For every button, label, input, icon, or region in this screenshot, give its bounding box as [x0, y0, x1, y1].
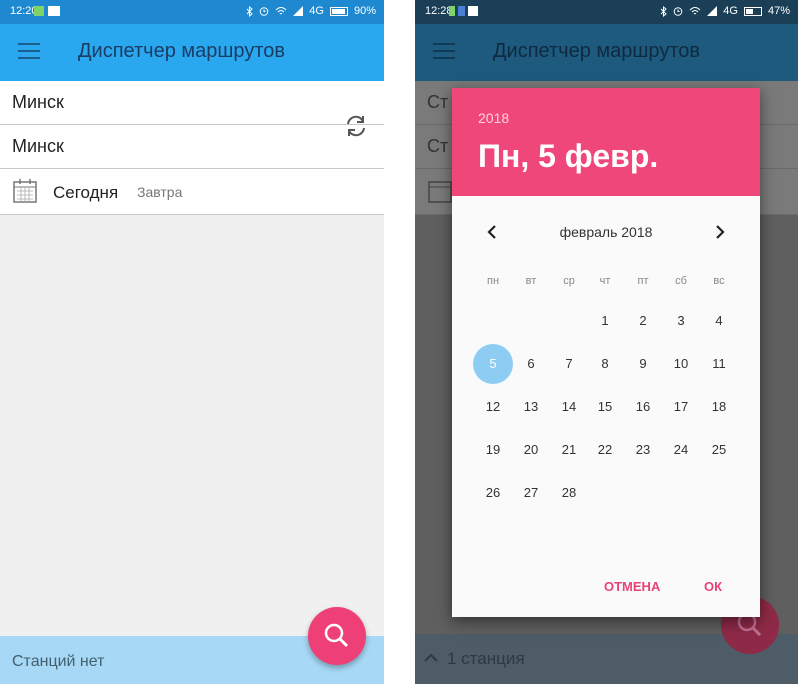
- from-station-value: Ст: [427, 92, 449, 112]
- calendar-day[interactable]: 22: [585, 430, 625, 470]
- calendar-day[interactable]: 3: [661, 301, 701, 341]
- bluetooth-icon: [660, 5, 668, 17]
- tomorrow-option[interactable]: Завтра: [137, 184, 182, 200]
- dialog-header: 2018 Пн, 5 февр.: [452, 88, 760, 196]
- calendar-icon: [428, 181, 452, 203]
- calendar-day[interactable]: 23: [623, 430, 663, 470]
- weekday-label: ср: [563, 275, 575, 287]
- ok-button[interactable]: ОК: [704, 579, 722, 594]
- network-type: 4G: [309, 5, 324, 17]
- to-station-field[interactable]: Минск: [0, 125, 384, 169]
- calendar-day[interactable]: 27: [511, 473, 551, 513]
- calendar-day[interactable]: 8: [585, 344, 625, 384]
- from-station-field[interactable]: Минск: [0, 81, 384, 125]
- status-bar: 12:28 4G 47%: [415, 0, 798, 24]
- toolbar-title: Диспетчер маршрутов: [78, 40, 286, 62]
- weekday-label: чт: [599, 275, 611, 287]
- notification-icons: [449, 6, 478, 16]
- calendar-day[interactable]: 9: [623, 344, 663, 384]
- calendar-day[interactable]: 26: [473, 473, 513, 513]
- calendar-day[interactable]: 2: [623, 301, 663, 341]
- calendar-day[interactable]: 15: [585, 387, 625, 427]
- calendar-day[interactable]: 6: [511, 344, 551, 384]
- weekday-label: пн: [486, 275, 500, 287]
- status-right: 4G 90%: [246, 5, 376, 17]
- swap-stations-icon[interactable]: [343, 112, 369, 140]
- cancel-button[interactable]: ОТМЕНА: [604, 579, 660, 594]
- battery-icon: [743, 6, 762, 16]
- hamburger-menu-icon[interactable]: [18, 43, 40, 61]
- to-station-value: Ст: [427, 136, 449, 156]
- stations-count-text: Станций нет: [12, 653, 105, 670]
- bluetooth-icon: [246, 5, 254, 17]
- search-button[interactable]: [308, 607, 366, 665]
- weekday-label: пт: [637, 275, 649, 287]
- toolbar-title: Диспетчер маршрутов: [493, 40, 701, 62]
- signal-icon: [707, 6, 718, 16]
- calendar-day[interactable]: 21: [549, 430, 589, 470]
- battery-percent: 47%: [767, 5, 790, 17]
- date-selector-row: Сегодня Завтра: [0, 169, 384, 215]
- search-icon: [324, 623, 349, 648]
- weekday-label: вс: [713, 275, 725, 287]
- calendar-day[interactable]: 16: [623, 387, 663, 427]
- notification-icons: [34, 6, 60, 16]
- calendar-day[interactable]: 18: [699, 387, 739, 427]
- calendar-day[interactable]: 14: [549, 387, 589, 427]
- app-toolbar: Диспетчер маршрутов: [0, 24, 384, 81]
- hamburger-menu-icon: [433, 43, 455, 61]
- network-type: 4G: [723, 5, 738, 17]
- alarm-icon: [259, 7, 269, 16]
- from-station-value: Минск: [12, 92, 64, 112]
- to-station-value: Минск: [12, 136, 64, 156]
- calendar-day[interactable]: 24: [661, 430, 701, 470]
- status-right: 4G 47%: [660, 5, 790, 17]
- phone-screen-route-manager: 12:20 4G 90% Диспетчер маршрутов Минск М…: [0, 0, 384, 684]
- calendar-day-selected[interactable]: 5: [473, 344, 513, 384]
- selected-date-label: Пн, 5 февр.: [478, 138, 659, 174]
- signal-icon: [293, 6, 304, 16]
- calendar-day[interactable]: 7: [549, 344, 589, 384]
- today-option[interactable]: Сегодня: [53, 183, 118, 203]
- date-picker-dialog: 2018 Пн, 5 февр. февраль 2018 пн вт ср чт пт…: [452, 88, 760, 617]
- calendar-day[interactable]: 10: [661, 344, 701, 384]
- chevron-right-icon[interactable]: [714, 224, 726, 240]
- battery-icon: [329, 6, 348, 16]
- weekday-label: сб: [675, 275, 687, 287]
- year-label[interactable]: 2018: [478, 110, 509, 126]
- alarm-icon: [673, 7, 683, 16]
- calendar-day[interactable]: 12: [473, 387, 513, 427]
- calendar-day[interactable]: 4: [699, 301, 739, 341]
- phone-screen-date-picker: 12:28 4G 47% Диспетчер маршрутов Ст Ст 1…: [415, 0, 798, 684]
- calendar-day[interactable]: 17: [661, 387, 701, 427]
- wifi-icon: [689, 7, 701, 15]
- calendar-day[interactable]: 28: [549, 473, 589, 513]
- app-toolbar-dimmed: Диспетчер маршрутов: [415, 24, 798, 81]
- calendar-day[interactable]: 13: [511, 387, 551, 427]
- calendar-icon[interactable]: [12, 178, 38, 204]
- battery-percent: 90%: [353, 5, 376, 17]
- calendar-day[interactable]: 20: [511, 430, 551, 470]
- weekday-label: вт: [525, 275, 537, 287]
- status-bar: 12:20 4G 90%: [0, 0, 384, 24]
- calendar-day[interactable]: 1: [585, 301, 625, 341]
- chevron-up-icon: [424, 653, 438, 662]
- stations-count-text: 1 станция: [447, 649, 525, 668]
- wifi-icon: [275, 7, 287, 15]
- calendar-day[interactable]: 25: [699, 430, 739, 470]
- battery-level: [331, 8, 345, 14]
- calendar-day[interactable]: 19: [473, 430, 513, 470]
- calendar-day[interactable]: 11: [699, 344, 739, 384]
- battery-level: [745, 8, 753, 14]
